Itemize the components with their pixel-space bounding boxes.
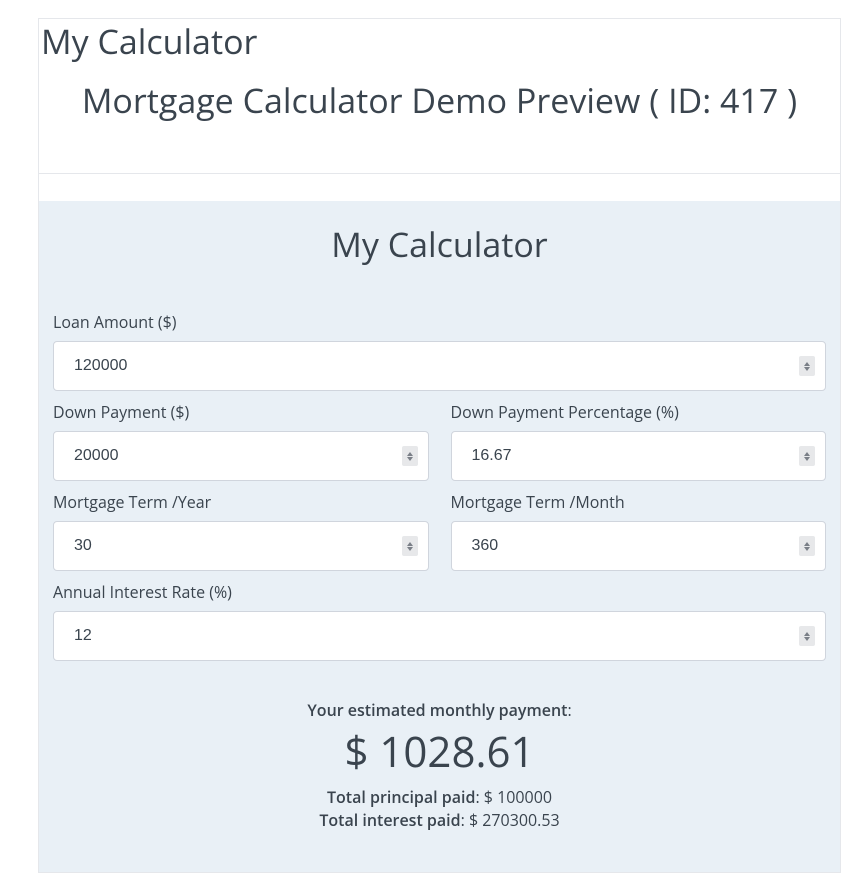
calculator-title: My Calculator bbox=[53, 221, 826, 267]
interest-rate-input-wrap[interactable] bbox=[53, 611, 826, 661]
calculator-panel: My Calculator Loan Amount ($) Down Payme… bbox=[39, 201, 840, 872]
term-year-input-wrap[interactable] bbox=[53, 521, 429, 571]
principal-line: Total principal paid: $ 100000 bbox=[53, 786, 826, 808]
calculator-widget: My Calculator Mortgage Calculator Demo P… bbox=[38, 18, 841, 873]
header-block: My Calculator Mortgage Calculator Demo P… bbox=[39, 19, 840, 173]
loan-amount-field: Loan Amount ($) bbox=[53, 311, 826, 391]
stepper-icon[interactable] bbox=[402, 536, 418, 556]
widget-title: My Calculator bbox=[39, 19, 840, 63]
interest-line: Total interest paid: $ 270300.53 bbox=[53, 809, 826, 831]
term-year-input[interactable] bbox=[54, 522, 428, 570]
interest-rate-field: Annual Interest Rate (%) bbox=[53, 581, 826, 661]
down-payment-pct-label: Down Payment Percentage (%) bbox=[451, 401, 827, 423]
down-payment-input[interactable] bbox=[54, 432, 428, 480]
down-payment-pct-input[interactable] bbox=[452, 432, 826, 480]
term-month-label: Mortgage Term /Month bbox=[451, 491, 827, 513]
widget-subtitle: Mortgage Calculator Demo Preview ( ID: 4… bbox=[39, 77, 840, 123]
stepper-icon[interactable] bbox=[799, 446, 815, 466]
term-year-field: Mortgage Term /Year bbox=[53, 491, 429, 571]
stepper-icon[interactable] bbox=[799, 626, 815, 646]
down-payment-input-wrap[interactable] bbox=[53, 431, 429, 481]
separator-strip bbox=[39, 173, 840, 201]
interest-rate-input[interactable] bbox=[54, 612, 825, 660]
stepper-icon[interactable] bbox=[799, 356, 815, 376]
down-payment-field: Down Payment ($) bbox=[53, 401, 429, 481]
term-month-field: Mortgage Term /Month bbox=[451, 491, 827, 571]
term-month-input-wrap[interactable] bbox=[451, 521, 827, 571]
loan-amount-input-wrap[interactable] bbox=[53, 341, 826, 391]
down-payment-label: Down Payment ($) bbox=[53, 401, 429, 423]
down-payment-pct-input-wrap[interactable] bbox=[451, 431, 827, 481]
stepper-icon[interactable] bbox=[402, 446, 418, 466]
interest-rate-label: Annual Interest Rate (%) bbox=[53, 581, 826, 603]
estimate-label: Your estimated monthly payment: bbox=[53, 699, 826, 721]
term-year-label: Mortgage Term /Year bbox=[53, 491, 429, 513]
stepper-icon[interactable] bbox=[799, 536, 815, 556]
loan-amount-label: Loan Amount ($) bbox=[53, 311, 826, 333]
term-month-input[interactable] bbox=[452, 522, 826, 570]
down-payment-pct-field: Down Payment Percentage (%) bbox=[451, 401, 827, 481]
loan-amount-input[interactable] bbox=[54, 342, 825, 390]
estimate-value: $ 1028.61 bbox=[53, 723, 826, 780]
results-block: Your estimated monthly payment: $ 1028.6… bbox=[53, 699, 826, 831]
